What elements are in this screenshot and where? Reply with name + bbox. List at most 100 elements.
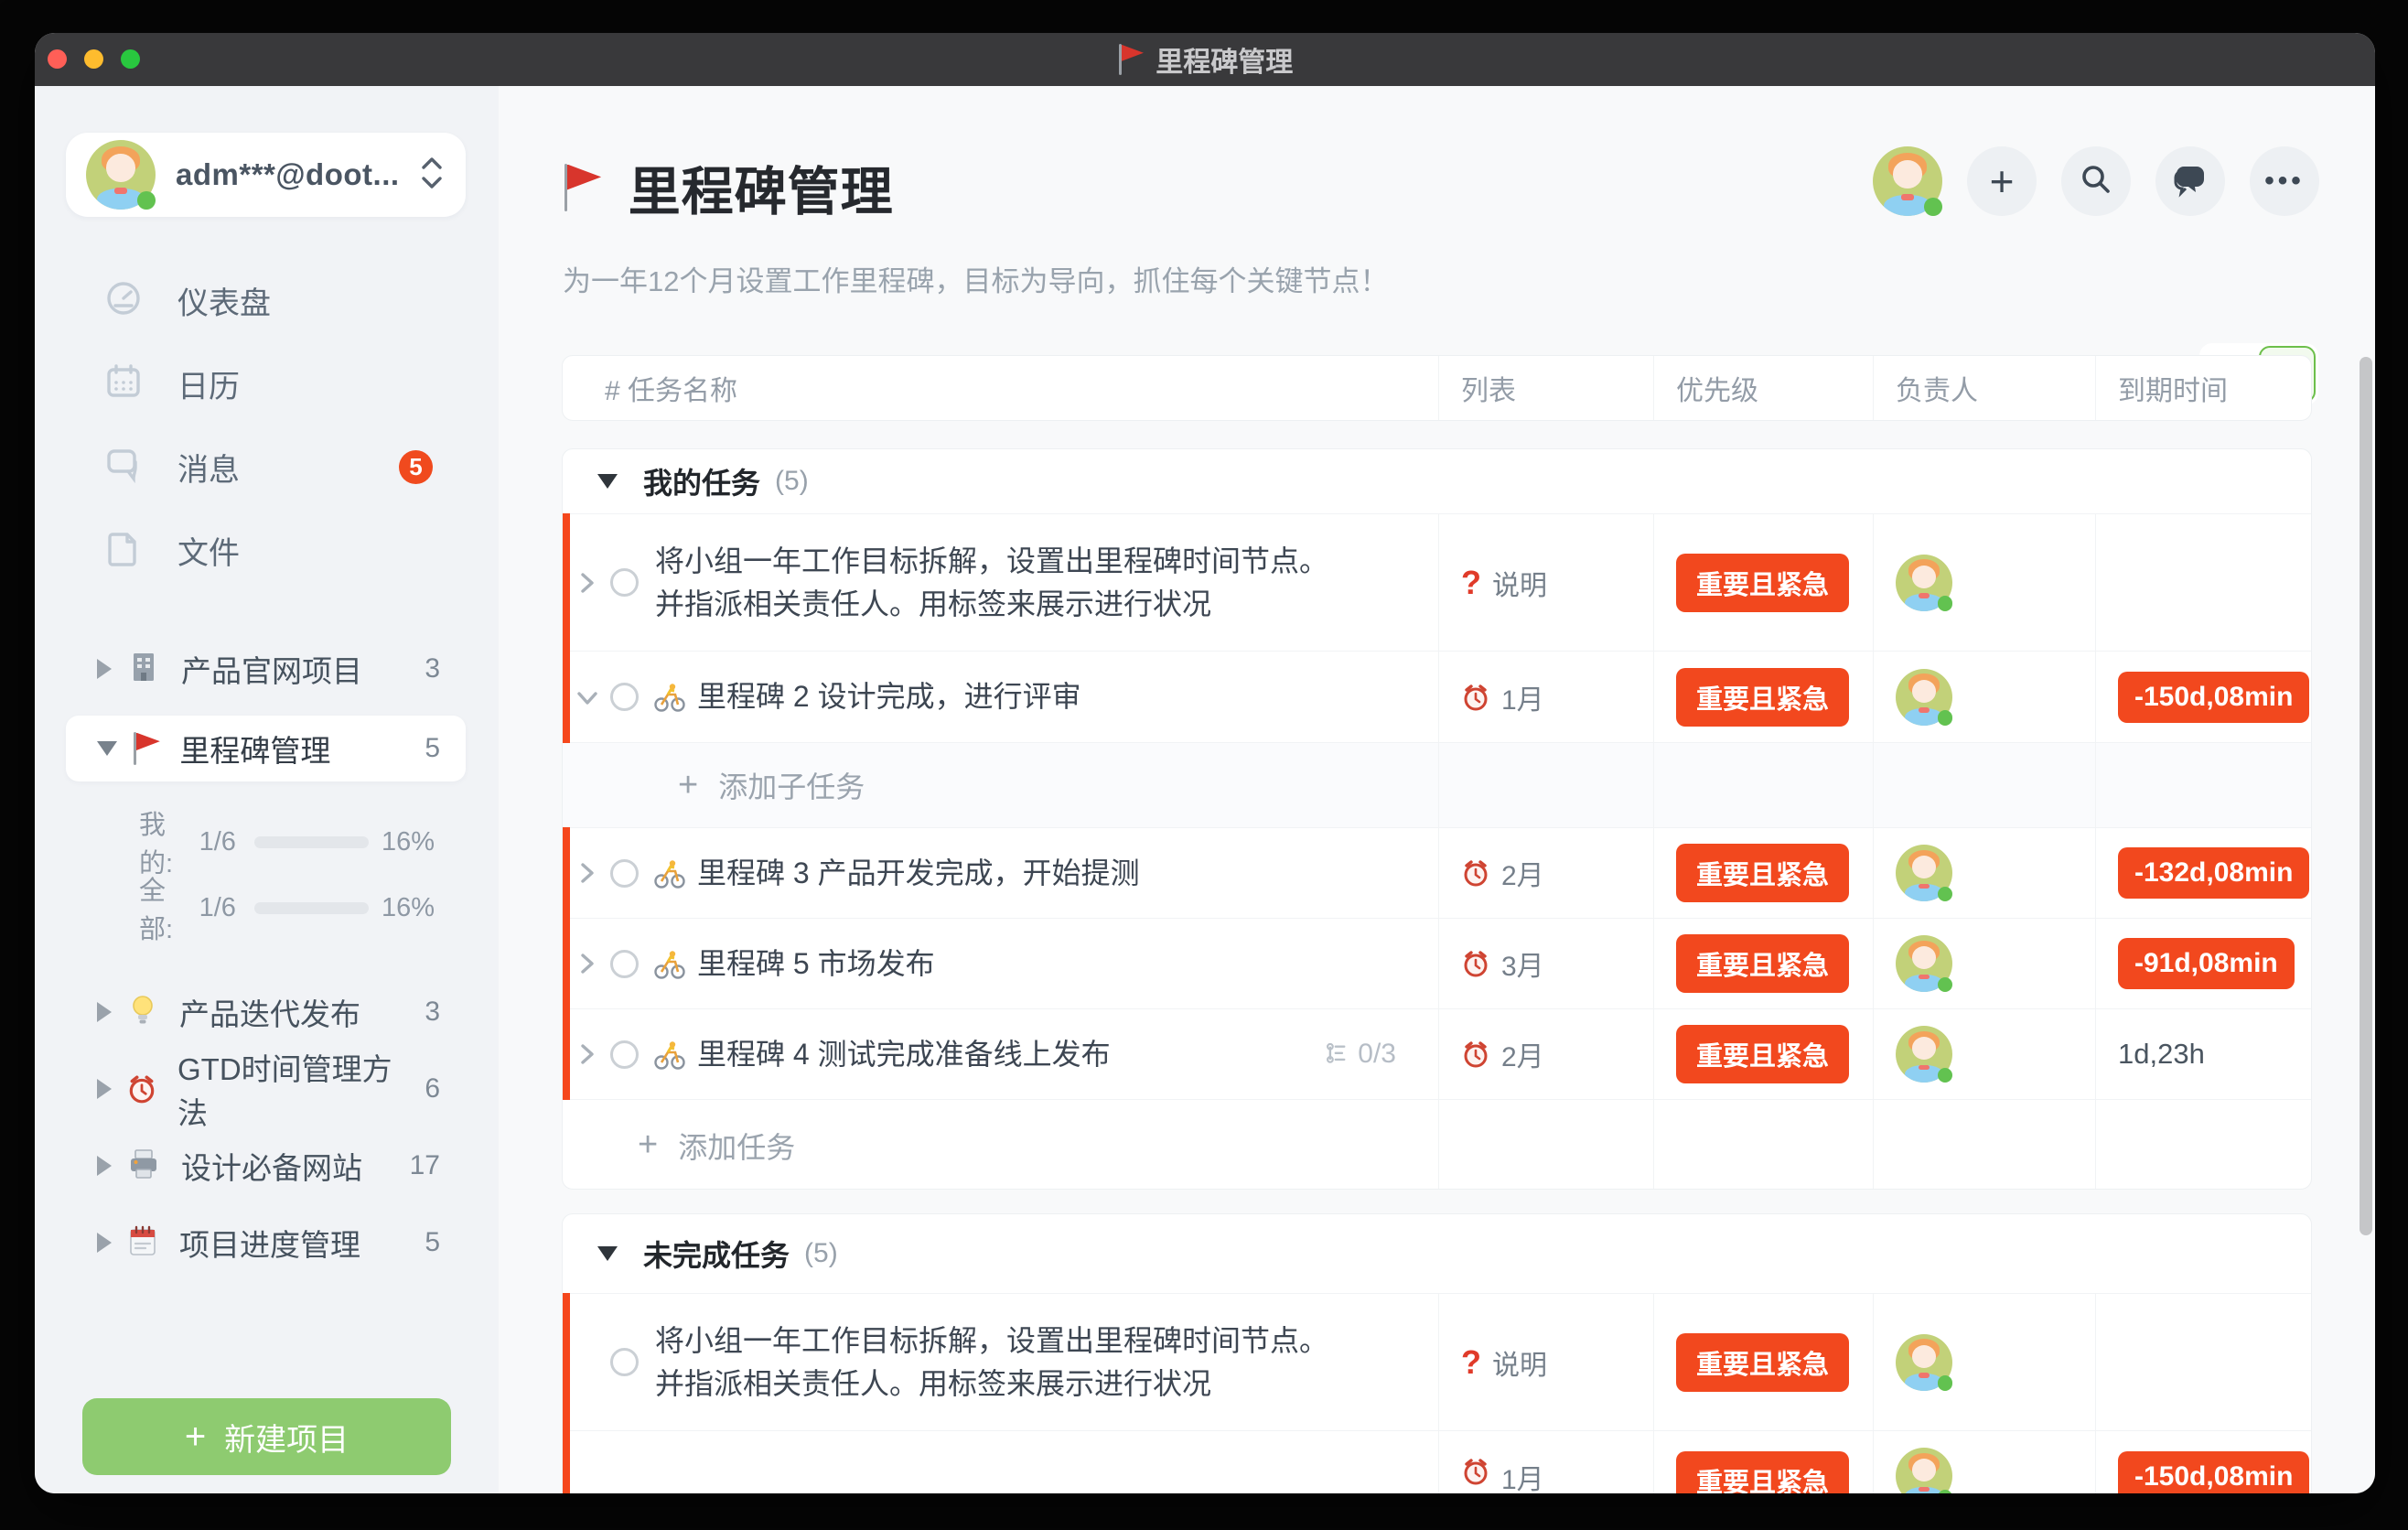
add-task-row[interactable]: +添加任务: [563, 1099, 2311, 1190]
triangle-right-icon[interactable]: [97, 1002, 112, 1022]
sidebar-project-progress[interactable]: 项目进度管理 5: [35, 1204, 499, 1281]
task-status-circle[interactable]: [610, 859, 639, 888]
sidebar-item-dashboard[interactable]: 仪表盘: [35, 259, 499, 342]
table-row[interactable]: 将小组一年工作目标拆解，设置出里程碑时间节点。并指派相关责任人。用标签来展示进行…: [563, 513, 2311, 651]
triangle-right-icon[interactable]: [97, 1233, 112, 1253]
search-icon: [2079, 162, 2113, 201]
assignee-avatar[interactable]: [1896, 669, 1952, 726]
chevron-updown-icon: [420, 155, 444, 196]
new-project-button[interactable]: + 新建项目: [82, 1398, 451, 1475]
table-header: # 任务名称 列表 优先级 负责人 到期时间: [562, 355, 2312, 421]
chevron-right-icon[interactable]: [574, 569, 601, 597]
alarm-icon: [1461, 1040, 1490, 1069]
task-title[interactable]: 里程碑 4 测试完成准备线上发布: [697, 1033, 1111, 1076]
app-window: 里程碑管理 adm***@doot... 仪表盘: [35, 33, 2375, 1493]
red-flag-icon: [563, 164, 603, 212]
plus-icon: +: [638, 1126, 658, 1165]
add-button[interactable]: +: [1967, 146, 2037, 216]
sidebar-project-website[interactable]: 产品官网项目 3: [35, 630, 499, 707]
task-group-incomplete: 未完成任务 (5) 将小组一年工作目标拆解，设置出里程碑时间节点。并指派相关责任…: [562, 1213, 2312, 1493]
sidebar-project-iteration[interactable]: 产品迭代发布 3: [35, 974, 499, 1051]
sidebar-item-messages[interactable]: 消息 5: [35, 426, 499, 509]
chevron-right-icon[interactable]: [574, 1040, 601, 1068]
column-due[interactable]: 到期时间: [2096, 356, 2311, 420]
assignee-avatar[interactable]: [1896, 1334, 1952, 1391]
assignee-avatar[interactable]: [1896, 935, 1952, 992]
more-button[interactable]: •••: [2250, 146, 2319, 216]
sidebar-project-design-sites[interactable]: 设计必备网站 17: [35, 1127, 499, 1204]
task-group-my-tasks: 我的任务 (5) 将小组一年工作目标拆解，设置出里程碑时间节点。并指派相关责任人…: [562, 448, 2312, 1190]
online-status-dot: [1924, 198, 1942, 216]
column-task-name[interactable]: # 任务名称: [563, 356, 1439, 420]
column-list[interactable]: 列表: [1439, 356, 1654, 420]
close-window-button[interactable]: [48, 49, 67, 69]
group-header[interactable]: 我的任务 (5): [563, 449, 2311, 513]
table-row[interactable]: 里程碑 3 产品开发完成，开始提测 2月 重要且紧急 -132d,08min: [563, 827, 2311, 918]
plus-icon: +: [1990, 160, 2015, 202]
column-priority[interactable]: 优先级: [1654, 356, 1874, 420]
triangle-down-icon[interactable]: [97, 741, 117, 756]
page-subtitle: 为一年12个月设置工作里程碑，目标为导向，抓住每个关键节点！: [563, 258, 1388, 299]
sidebar-item-calendar[interactable]: 日历: [35, 342, 499, 426]
triangle-right-icon[interactable]: [97, 659, 112, 679]
task-title[interactable]: 里程碑 5 市场发布: [697, 943, 935, 986]
user-email: adm***@doot...: [176, 157, 400, 192]
minimize-window-button[interactable]: [84, 49, 103, 69]
due-text: 1d,23h: [2118, 1038, 2205, 1071]
messages-unread-badge: 5: [399, 450, 433, 484]
progress-all: 全部: 1/6 16%: [139, 884, 435, 932]
triangle-down-icon[interactable]: [597, 474, 618, 489]
red-flag-icon: [1117, 44, 1144, 76]
column-assignee[interactable]: 负责人: [1874, 356, 2096, 420]
group-header[interactable]: 未完成任务 (5): [563, 1214, 2311, 1293]
table-row[interactable]: 里程碑 4 测试完成准备线上发布 0/3 2月 重要且紧急 1d,23h: [563, 1008, 2311, 1099]
calendar-icon: [102, 361, 145, 407]
triangle-right-icon[interactable]: [97, 1156, 112, 1176]
due-badge: -150d,08min: [2118, 672, 2309, 723]
sidebar-project-milestone-selected[interactable]: 里程碑管理 5: [66, 716, 466, 781]
triangle-down-icon[interactable]: [597, 1246, 618, 1261]
chevron-down-icon[interactable]: [574, 686, 601, 708]
plus-icon: +: [678, 766, 698, 805]
assignee-avatar[interactable]: [1896, 1448, 1952, 1493]
due-badge: -150d,08min: [2118, 1451, 2309, 1493]
table-row[interactable]: 里程碑 5 市场发布 3月 重要且紧急 -91d,08min: [563, 918, 2311, 1008]
triangle-right-icon[interactable]: [97, 1079, 112, 1099]
task-status-circle[interactable]: [610, 683, 639, 711]
task-status-circle[interactable]: [610, 1040, 639, 1069]
sidebar-project-gtd[interactable]: GTD时间管理方法 6: [35, 1051, 499, 1127]
search-button[interactable]: [2061, 146, 2131, 216]
alarm-icon: [1461, 949, 1490, 978]
zoom-window-button[interactable]: [121, 49, 140, 69]
chat-icon: [2172, 161, 2209, 202]
task-title[interactable]: 将小组一年工作目标拆解，设置出里程碑时间节点。并指派相关责任人。用标签来展示进行…: [655, 1320, 1350, 1406]
add-subtask-row[interactable]: +添加子任务: [563, 742, 2311, 827]
task-status-circle[interactable]: [610, 950, 639, 978]
user-avatar: [86, 140, 156, 210]
assignee-avatar[interactable]: [1896, 555, 1952, 611]
priority-badge: 重要且紧急: [1676, 1451, 1849, 1493]
more-icon: •••: [2264, 166, 2305, 197]
table-row[interactable]: 里程碑 2 设计完成，进行评审 1月 重要且紧急 -150d,08min: [563, 651, 2311, 742]
priority-badge: 重要且紧急: [1676, 1333, 1849, 1392]
vertical-scrollbar[interactable]: [2360, 357, 2372, 1235]
current-user-avatar[interactable]: [1873, 146, 1942, 216]
table-row[interactable]: 里程碑 2 设计完成，进行评审 1月 重要且紧急 -150d,08min: [563, 1430, 2311, 1493]
priority-badge: 重要且紧急: [1676, 844, 1849, 902]
progress-bar: [254, 902, 369, 914]
sidebar-item-files[interactable]: 文件: [35, 509, 499, 592]
building-icon: [126, 650, 161, 689]
task-title[interactable]: 里程碑 2 设计完成，进行评审: [697, 675, 1081, 718]
task-title[interactable]: 里程碑 3 产品开发完成，开始提测: [697, 852, 1140, 895]
assignee-avatar[interactable]: [1896, 1026, 1952, 1083]
chevron-right-icon[interactable]: [574, 950, 601, 977]
chat-button[interactable]: [2155, 146, 2225, 216]
user-account-chip[interactable]: adm***@doot...: [66, 133, 466, 217]
task-status-circle[interactable]: [610, 1348, 639, 1376]
assignee-avatar[interactable]: [1896, 845, 1952, 901]
table-row[interactable]: 将小组一年工作目标拆解，设置出里程碑时间节点。并指派相关责任人。用标签来展示进行…: [563, 1293, 2311, 1430]
chevron-right-icon[interactable]: [574, 859, 601, 887]
task-title[interactable]: 将小组一年工作目标拆解，设置出里程碑时间节点。并指派相关责任人。用标签来展示进行…: [655, 540, 1350, 626]
page-title: 里程碑管理: [629, 150, 894, 225]
task-status-circle[interactable]: [610, 568, 639, 597]
